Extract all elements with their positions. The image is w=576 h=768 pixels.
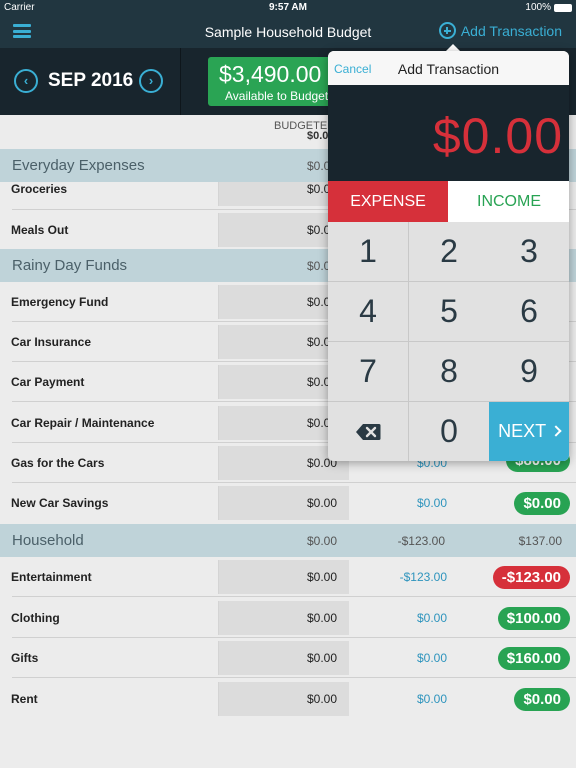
key-7[interactable]: 7 <box>328 342 408 401</box>
key-6[interactable]: 6 <box>489 282 569 341</box>
item-name: Car Payment <box>11 375 85 389</box>
item-name: Clothing <box>11 611 60 625</box>
item-activity: -$123.00 <box>399 570 447 584</box>
item-name: New Car Savings <box>11 496 109 510</box>
available-badge[interactable]: $100.00 <box>497 607 570 630</box>
list-item[interactable]: Entertainment $0.00 -$123.00 -$123.00 <box>0 557 576 597</box>
available-badge[interactable]: -$123.00 <box>492 566 570 589</box>
category-activity: -$123.00 <box>397 534 445 548</box>
add-transaction-button[interactable]: Add Transaction <box>438 22 562 39</box>
list-item[interactable]: New Car Savings $0.00 $0.00 $0.00 <box>0 483 576 523</box>
chevron-right-icon: › <box>148 73 154 88</box>
category-name: Everyday Expenses <box>12 157 145 174</box>
battery-percent: 100% <box>525 2 551 13</box>
available-to-budget[interactable]: $3,490.00 Available to Budget <box>208 57 348 106</box>
key-2[interactable]: 2 <box>409 222 489 281</box>
item-activity: $0.00 <box>416 496 447 510</box>
key-5[interactable]: 5 <box>409 282 489 341</box>
expense-toggle[interactable]: EXPENSE <box>328 181 448 222</box>
item-name: Groceries <box>11 182 68 196</box>
item-budgeted: $0.00 <box>307 611 338 625</box>
item-name: Meals Out <box>11 223 69 237</box>
list-item[interactable]: Gifts $0.00 $0.00 $160.00 <box>0 638 576 678</box>
chevron-right-icon <box>550 425 562 437</box>
available-badge[interactable]: $160.00 <box>497 647 570 670</box>
category-name: Rainy Day Funds <box>12 257 128 274</box>
popover-title: Add Transaction <box>397 61 500 77</box>
key-3[interactable]: 3 <box>489 222 569 281</box>
item-name: Gifts <box>11 651 39 665</box>
popover-arrow <box>446 44 460 51</box>
item-name: Car Repair / Maintenance <box>11 416 155 430</box>
divider <box>12 677 576 678</box>
prev-month-button[interactable]: ‹ <box>14 69 38 93</box>
key-8[interactable]: 8 <box>409 342 489 401</box>
item-activity: $0.00 <box>416 611 447 625</box>
battery-status: 100% <box>525 2 572 13</box>
key-4[interactable]: 4 <box>328 282 408 341</box>
key-0[interactable]: 0 <box>409 402 489 461</box>
status-bar: Carrier 9:57 AM 100% <box>0 0 576 16</box>
item-budgeted: $0.00 <box>307 496 338 510</box>
available-badge[interactable]: $0.00 <box>514 688 570 711</box>
item-name: Entertainment <box>11 570 92 584</box>
divider <box>12 596 576 597</box>
status-time: 9:57 AM <box>269 2 307 13</box>
next-month-button[interactable]: › <box>139 69 163 93</box>
item-budgeted: $0.00 <box>307 651 338 665</box>
list-item[interactable]: Rent $0.00 $0.00 $0.00 <box>0 679 576 719</box>
key-9[interactable]: 9 <box>489 342 569 401</box>
income-toggle[interactable]: INCOME <box>449 181 569 222</box>
backspace-button[interactable] <box>328 402 408 461</box>
list-item[interactable]: Clothing $0.00 $0.00 $100.00 <box>0 598 576 638</box>
item-budgeted: $0.00 <box>307 570 338 584</box>
battery-icon <box>554 3 572 12</box>
key-1[interactable]: 1 <box>328 222 408 281</box>
available-amount: $3,490.00 <box>219 61 322 87</box>
item-name: Emergency Fund <box>11 295 109 309</box>
item-activity: $0.00 <box>416 651 447 665</box>
nav-bar: Sample Household Budget Add Transaction <box>0 16 576 48</box>
item-budgeted: $0.00 <box>307 692 338 706</box>
available-badge[interactable]: $0.00 <box>514 492 570 515</box>
item-name: Gas for the Cars <box>11 456 105 470</box>
next-button[interactable]: NEXT <box>489 402 569 461</box>
plus-circle-icon <box>438 22 456 39</box>
divider <box>180 48 181 115</box>
category-name: Household <box>12 532 84 549</box>
category-row[interactable]: Household $0.00 -$123.00 $137.00 <box>0 524 576 557</box>
item-name: Rent <box>11 692 38 706</box>
item-name: Car Insurance <box>11 335 92 349</box>
next-label: NEXT <box>498 421 546 441</box>
backspace-icon <box>355 423 381 441</box>
add-transaction-label: Add Transaction <box>460 22 562 39</box>
number-keypad: 1 2 3 4 5 6 7 8 9 0 NEXT <box>328 222 569 461</box>
add-transaction-popover: Cancel Add Transaction $0.00 EXPENSE INC… <box>328 51 569 461</box>
chevron-left-icon: ‹ <box>23 73 29 88</box>
month-label: SEP 2016 <box>48 70 134 91</box>
category-budgeted: $0.00 <box>307 534 338 548</box>
available-label: Available to Budget <box>225 89 329 103</box>
amount-value: $0.00 <box>432 108 563 164</box>
popover-header: Cancel Add Transaction <box>328 51 569 85</box>
amount-display: $0.00 <box>328 85 569 181</box>
item-activity: $0.00 <box>416 692 447 706</box>
category-available: $137.00 <box>518 534 562 548</box>
